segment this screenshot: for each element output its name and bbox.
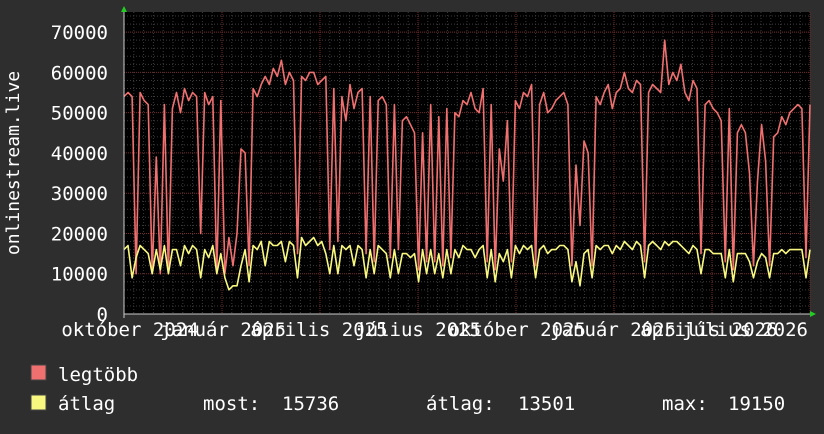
y-tick-label: 70000 [51, 22, 108, 44]
stat-avg-value: 13501 [518, 393, 575, 415]
x-tick-labels: október 2024január 2025április 2025júliu… [61, 319, 808, 341]
y-tick-label: 50000 [51, 103, 108, 125]
stat-now-value: 15736 [282, 393, 339, 415]
legend-swatch-legtobb [30, 364, 47, 381]
stat-max-value: 19150 [728, 393, 785, 415]
chart: 0 10000 20000 30000 40000 50000 60000 70000 okt… [0, 0, 824, 430]
stat-avg-label: átlag: [426, 393, 495, 415]
y-tick-label: 60000 [51, 62, 108, 84]
legend-label-legtobb: legtöbb [58, 364, 138, 386]
y-axis-label: onlinestream.live [3, 71, 24, 255]
y-tick-label: 40000 [51, 143, 108, 165]
legend-swatch-atlag [30, 394, 47, 411]
chart-svg: 010000200003000040000500006000070000 okt… [0, 0, 824, 430]
y-tick-label: 20000 [51, 223, 108, 245]
y-tick-label: 10000 [51, 264, 108, 286]
stat-max-label: max: [662, 393, 708, 415]
y-tick-label: 30000 [51, 183, 108, 205]
x-tick-label: július 2026 [682, 319, 808, 341]
legend-label-atlag: átlag [58, 393, 115, 415]
stats-row: most: 15736 átlag: 13501 max: 19150 [203, 393, 785, 415]
stat-now-label: most: [203, 393, 260, 415]
